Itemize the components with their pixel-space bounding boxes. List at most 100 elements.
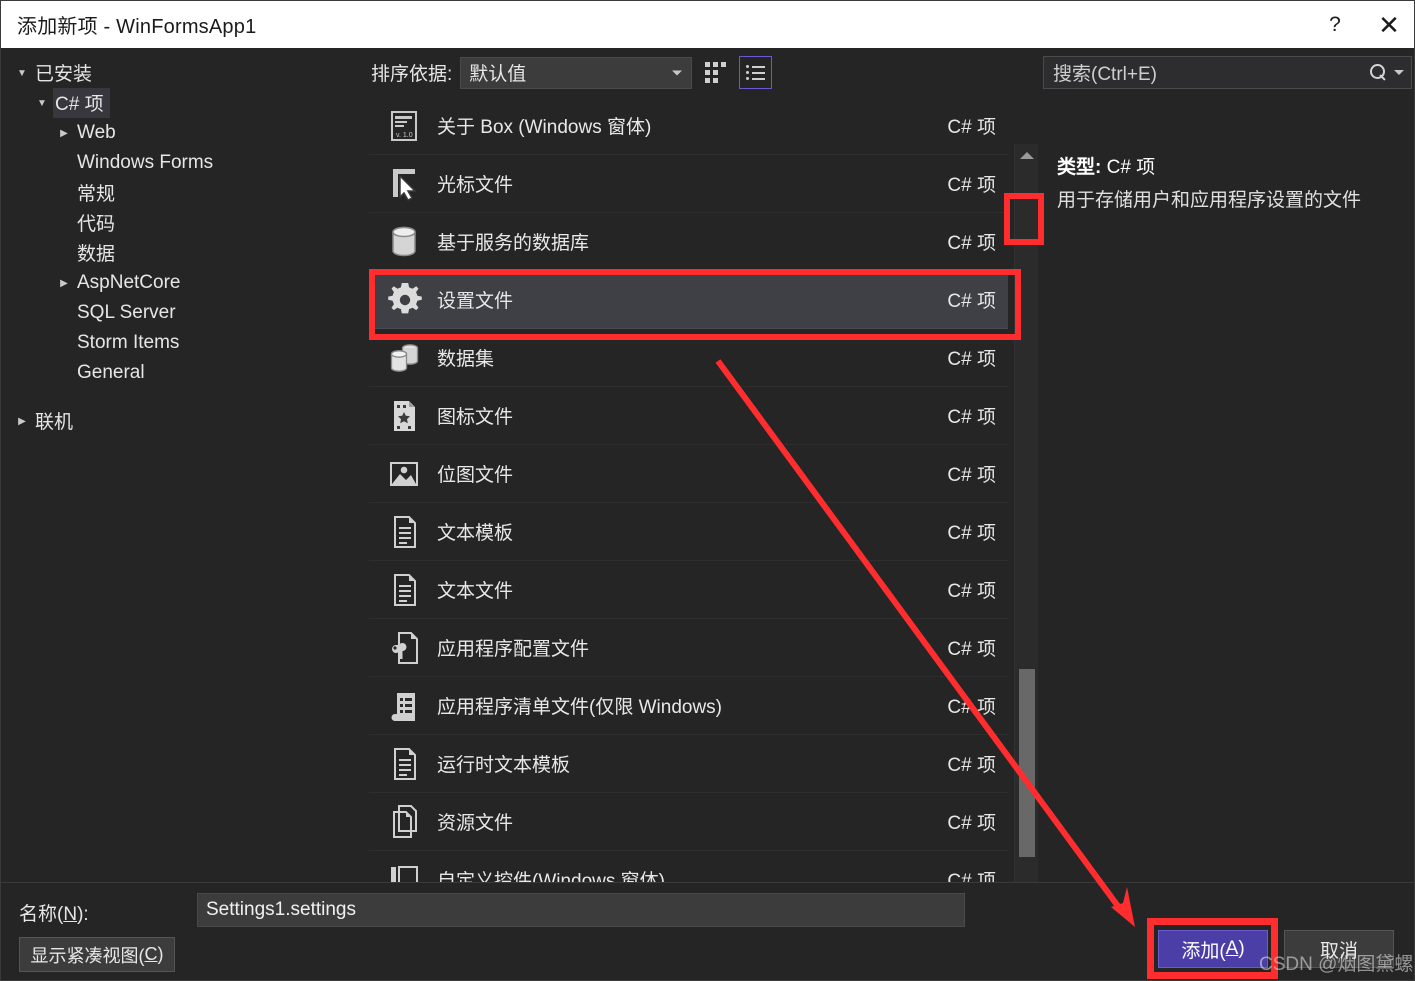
title-bar: 添加新项 - WinFormsApp1 ? ✕	[1, 1, 1414, 48]
chevron-right-icon[interactable]: ▶	[11, 416, 33, 427]
name-label: 名称(N):	[19, 899, 89, 926]
tree-item-general-cn[interactable]: 常规	[1, 178, 365, 208]
name-label-pre: 名称(	[19, 904, 64, 925]
chevron-down-icon[interactable]: ▼	[31, 98, 53, 109]
list-item[interactable]: 位图文件 C# 项	[369, 445, 1008, 503]
bitmap-file-icon	[385, 454, 427, 494]
list-item-name: 光标文件	[437, 175, 514, 196]
chevron-right-icon[interactable]: ▶	[53, 278, 75, 289]
chevron-down-icon[interactable]: ▼	[11, 68, 33, 79]
compact-label-post: )	[157, 944, 164, 964]
compact-label-key: C	[144, 944, 158, 964]
list-item[interactable]: 光标文件 C# 项	[369, 155, 1008, 213]
list-item-name: 自定义控件(Windows 窗体)	[437, 871, 666, 882]
tree-item-online[interactable]: ▶ 联机	[1, 406, 365, 436]
sort-by-label: 排序依据:	[371, 64, 453, 85]
tree-item-general[interactable]: General	[1, 358, 365, 388]
scrollbar-thumb[interactable]	[1019, 669, 1035, 857]
text-file-icon	[385, 570, 427, 610]
close-button[interactable]: ✕	[1362, 1, 1414, 48]
name-input-value: Settings1.settings	[206, 899, 356, 920]
add-label-post: )	[1238, 938, 1245, 959]
details-type-row: 类型: C# 项	[1057, 152, 1155, 179]
tree-item-windows-forms[interactable]: Windows Forms	[1, 148, 365, 178]
list-item-name: 资源文件	[437, 813, 514, 834]
about-box-icon: v. 1.0	[385, 106, 427, 146]
list-item[interactable]: 应用程序清单文件(仅限 Windows) C# 项	[369, 677, 1008, 735]
list-item[interactable]: 基于服务的数据库 C# 项	[369, 213, 1008, 271]
tree-item-label: Storm Items	[77, 331, 180, 353]
list-item[interactable]: 资源文件 C# 项	[369, 793, 1008, 851]
search-icon[interactable]	[1370, 64, 1387, 81]
tree-item-web[interactable]: ▶ Web	[1, 118, 365, 148]
list-view-icon	[745, 65, 766, 80]
category-tree: ▼ 已安装 ▼ C# 项 ▶ Web Windows Forms 常规 代码 数…	[1, 48, 365, 882]
tree-item-label: 已安装	[35, 64, 93, 85]
list-item[interactable]: 应用程序配置文件 C# 项	[369, 619, 1008, 677]
template-list-panel: 排序依据: 默认值 v. 1.0 关于 Box (Windows 窗体) C# …	[365, 48, 1038, 882]
details-type-label: 类型:	[1057, 157, 1102, 178]
list-item-settings-file[interactable]: 设置文件 C# 项	[369, 271, 1008, 329]
tree-item-sql-server[interactable]: SQL Server	[1, 298, 365, 328]
tree-item-label: 联机	[35, 412, 74, 433]
add-label-key: A	[1225, 938, 1239, 959]
list-item-type: C# 项	[947, 465, 996, 486]
list-item[interactable]: 数据集 C# 项	[369, 329, 1008, 387]
list-item-type: C# 项	[947, 755, 996, 776]
tree-item-label: 代码	[77, 214, 116, 235]
search-input[interactable]: 搜索(Ctrl+E)	[1043, 56, 1412, 89]
template-list[interactable]: v. 1.0 关于 Box (Windows 窗体) C# 项 光标文件 C# …	[369, 97, 1008, 882]
tree-item-aspnetcore[interactable]: ▶ AspNetCore	[1, 268, 365, 298]
details-panel: 搜索(Ctrl+E) 类型: C# 项 用于存储用户和应用程序设置的文件	[1039, 48, 1414, 882]
list-item[interactable]: 文本模板 C# 项	[369, 503, 1008, 561]
list-item-name: 图标文件	[437, 407, 514, 428]
add-button[interactable]: 添加(A)	[1158, 930, 1268, 968]
details-description: 用于存储用户和应用程序设置的文件	[1057, 190, 1362, 211]
list-item-name: 设置文件	[437, 291, 514, 312]
svg-text:v. 1.0: v. 1.0	[396, 132, 413, 139]
grid-view-button[interactable]	[699, 56, 732, 89]
icon-file-icon	[385, 396, 427, 436]
tree-item-storm-items[interactable]: Storm Items	[1, 328, 365, 358]
runtime-text-template-icon	[385, 744, 427, 784]
scroll-up-button[interactable]	[1015, 144, 1039, 166]
chevron-down-icon	[672, 70, 683, 75]
list-item-name: 运行时文本模板	[437, 755, 571, 776]
search-placeholder: 搜索(Ctrl+E)	[1053, 64, 1157, 85]
resource-file-icon	[385, 802, 427, 842]
tree-item-installed[interactable]: ▼ 已安装	[1, 58, 365, 88]
list-item[interactable]: 文本文件 C# 项	[369, 561, 1008, 619]
list-item[interactable]: 自定义控件(Windows 窗体) C# 项	[369, 851, 1008, 882]
list-item-name: 位图文件	[437, 465, 514, 486]
list-scrollbar[interactable]	[1014, 144, 1038, 929]
text-template-icon	[385, 512, 427, 552]
tree-item-code[interactable]: 代码	[1, 208, 365, 238]
show-compact-view-button[interactable]: 显示紧凑视图(C)	[19, 937, 175, 972]
name-input[interactable]: Settings1.settings	[197, 893, 965, 927]
tree-item-data[interactable]: 数据	[1, 238, 365, 268]
list-item-type: C# 项	[947, 175, 996, 196]
list-item[interactable]: 运行时文本模板 C# 项	[369, 735, 1008, 793]
sort-by-value: 默认值	[469, 64, 527, 85]
chevron-right-icon[interactable]: ▶	[53, 128, 75, 139]
list-item[interactable]: 图标文件 C# 项	[369, 387, 1008, 445]
tree-item-csharp[interactable]: ▼ C# 项	[1, 88, 365, 118]
list-item-type: C# 项	[947, 523, 996, 544]
list-item-type: C# 项	[947, 117, 996, 138]
list-item-type: C# 项	[947, 233, 996, 254]
list-item-name: 基于服务的数据库	[437, 233, 590, 254]
list-item-type: C# 项	[947, 639, 996, 660]
dialog-body: ▼ 已安装 ▼ C# 项 ▶ Web Windows Forms 常规 代码 数…	[1, 48, 1414, 929]
sort-by-select[interactable]: 默认值	[460, 56, 693, 89]
list-item-type: C# 项	[947, 407, 996, 428]
list-item-type: C# 项	[947, 291, 996, 312]
list-item-name: 文本模板	[437, 523, 514, 544]
list-item-type: C# 项	[947, 349, 996, 370]
help-button[interactable]: ?	[1308, 1, 1362, 48]
add-label-pre: 添加(	[1181, 940, 1226, 962]
chevron-down-icon[interactable]	[1394, 70, 1404, 75]
list-item-name: 文本文件	[437, 581, 514, 602]
list-item[interactable]: v. 1.0 关于 Box (Windows 窗体) C# 项	[369, 97, 1008, 155]
tree-item-label: 数据	[77, 244, 116, 265]
list-view-button[interactable]	[739, 56, 773, 89]
